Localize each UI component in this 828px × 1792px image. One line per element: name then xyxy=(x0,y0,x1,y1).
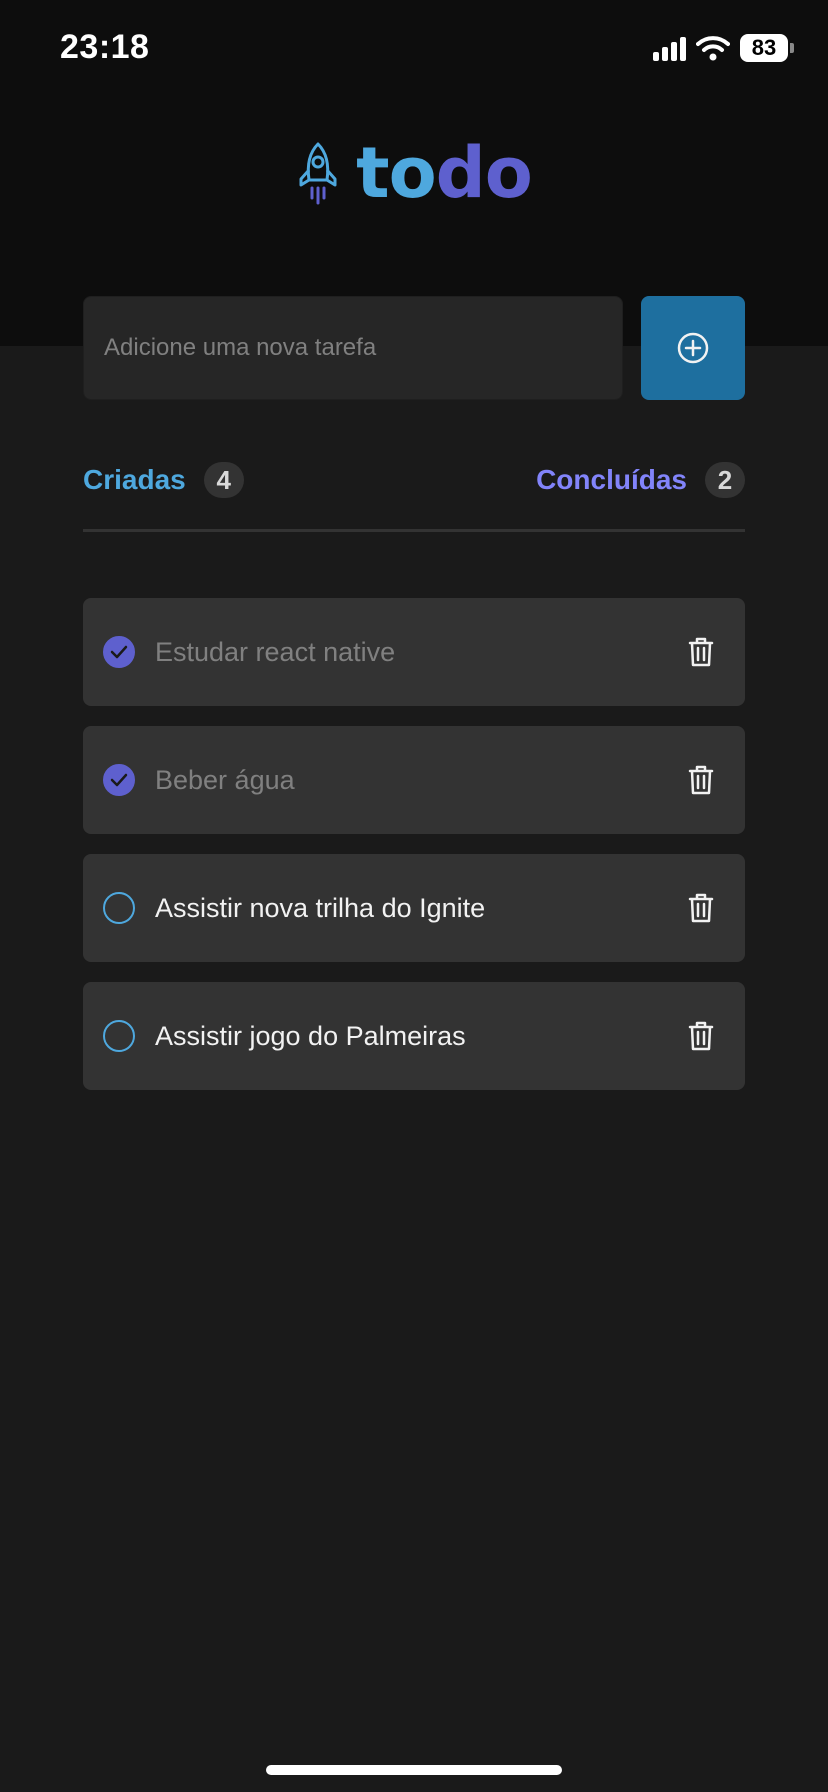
task-item: Assistir nova trilha do Ignite xyxy=(83,854,745,962)
logo-text: todo xyxy=(356,132,533,214)
delete-task-button[interactable] xyxy=(681,632,721,672)
divider xyxy=(83,529,745,532)
status-time: 23:18 xyxy=(60,28,150,66)
task-title: Assistir jogo do Palmeiras xyxy=(155,1020,466,1051)
task-counters: Criadas 4 Concluídas 2 xyxy=(83,462,745,498)
task-list: Estudar react native Beber água Assistir… xyxy=(83,598,745,1110)
task-checkbox[interactable] xyxy=(103,636,135,668)
task-item: Estudar react native xyxy=(83,598,745,706)
rocket-icon xyxy=(299,142,337,205)
new-task-input[interactable] xyxy=(83,296,623,400)
task-checkbox[interactable] xyxy=(103,1020,135,1052)
status-icons: 83 xyxy=(653,34,794,62)
done-count-badge: 2 xyxy=(705,462,745,498)
check-icon xyxy=(110,645,128,659)
plus-circle-icon xyxy=(677,332,709,364)
app-screen: 23:18 83 todo Adicione uma nova tarefa C… xyxy=(0,0,828,1792)
check-icon xyxy=(110,773,128,787)
add-task-button[interactable] xyxy=(641,296,745,400)
done-label: Concluídas xyxy=(536,464,687,495)
trash-icon xyxy=(688,637,714,667)
trash-icon xyxy=(688,1021,714,1051)
task-title: Estudar react native xyxy=(155,636,396,667)
trash-icon xyxy=(688,765,714,795)
created-count-badge: 4 xyxy=(203,462,244,498)
created-label: Criadas xyxy=(83,464,186,495)
cellular-signal-icon xyxy=(653,35,686,61)
task-checkbox[interactable] xyxy=(103,764,135,796)
home-indicator[interactable] xyxy=(266,1765,562,1775)
task-item: Beber água xyxy=(83,726,745,834)
created-counter: Criadas 4 xyxy=(83,462,244,498)
delete-task-button[interactable] xyxy=(681,760,721,800)
battery-icon: 83 xyxy=(740,34,794,62)
trash-icon xyxy=(688,893,714,923)
task-checkbox[interactable] xyxy=(103,892,135,924)
delete-task-button[interactable] xyxy=(681,888,721,928)
wifi-icon xyxy=(696,36,730,61)
task-item: Assistir jogo do Palmeiras xyxy=(83,982,745,1090)
delete-task-button[interactable] xyxy=(681,1016,721,1056)
app-logo: todo xyxy=(0,138,828,208)
task-title: Assistir nova trilha do Ignite xyxy=(155,892,486,923)
task-title: Beber água xyxy=(155,764,295,795)
done-counter: Concluídas 2 xyxy=(536,462,745,498)
battery-level: 83 xyxy=(740,34,788,62)
